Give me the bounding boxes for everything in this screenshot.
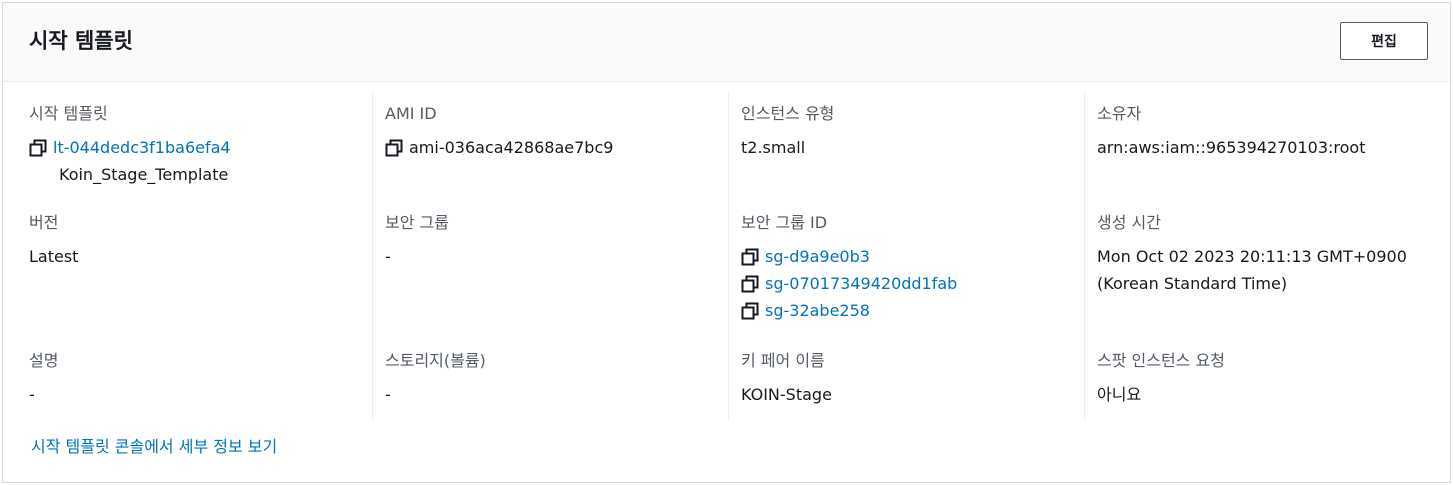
launch-template-id-link[interactable]: lt-044dedc3f1ba6efa4 — [53, 137, 231, 159]
column-divider — [728, 91, 729, 421]
copy-icon[interactable] — [385, 139, 403, 157]
field-label: 생성 시간 — [1097, 213, 1161, 232]
created-time-value: Mon Oct 02 2023 20:11:13 GMT+0900 — [1097, 246, 1407, 266]
launch-template-name: Koin_Stage_Template — [59, 164, 229, 184]
owner-value: arn:aws:iam::965394270103:root — [1097, 137, 1366, 157]
field-label: 버전 — [29, 213, 59, 232]
launch-template-panel: 시작 템플릿 편집 시작 템플릿 lt-044dedc3f1ba6efa4 Ko… — [2, 2, 1451, 483]
field-ami-id: AMI ID ami-036aca42868ae7bc9 — [385, 103, 613, 161]
panel-title: 시작 템플릿 — [29, 29, 133, 53]
field-spot-request: 스팟 인스턴스 요청 아니요 — [1097, 350, 1225, 408]
field-label: 설명 — [29, 351, 59, 370]
field-label: 보안 그룹 ID — [741, 213, 828, 232]
field-label: 인스턴스 유형 — [741, 104, 835, 123]
field-label: AMI ID — [385, 104, 437, 123]
column-divider — [372, 91, 373, 421]
column-divider — [1084, 91, 1085, 421]
instance-type-value: t2.small — [741, 137, 806, 157]
copy-icon[interactable] — [741, 248, 759, 266]
security-groups-value: - — [385, 246, 391, 266]
edit-button[interactable]: 편집 — [1340, 22, 1428, 60]
field-label: 스토리지(볼륨) — [385, 351, 486, 370]
key-pair-value: KOIN-Stage — [741, 384, 832, 404]
security-group-id-link[interactable]: sg-d9a9e0b3 — [765, 246, 870, 268]
field-description: 설명 - — [29, 350, 58, 408]
storage-value: - — [385, 384, 391, 404]
copy-icon[interactable] — [29, 139, 47, 157]
field-instance-type: 인스턴스 유형 t2.small — [741, 103, 834, 161]
field-launch-template: 시작 템플릿 lt-044dedc3f1ba6efa4 Koin_Stage_T… — [29, 103, 231, 188]
field-label: 소유자 — [1097, 104, 1142, 123]
copy-icon[interactable] — [741, 275, 759, 293]
field-security-group-ids: 보안 그룹 ID sg-d9a9e0b3 sg-07017349420dd1fa… — [741, 212, 957, 324]
panel-header: 시작 템플릿 편집 — [3, 3, 1450, 82]
field-security-groups: 보안 그룹 - — [385, 212, 449, 270]
view-details-link[interactable]: 시작 템플릿 콘솔에서 세부 정보 보기 — [31, 433, 277, 457]
field-key-pair: 키 페어 이름 KOIN-Stage — [741, 350, 832, 408]
field-label: 보안 그룹 — [385, 213, 449, 232]
created-time-zone: (Korean Standard Time) — [1097, 273, 1288, 293]
security-group-id-link[interactable]: sg-07017349420dd1fab — [765, 273, 957, 295]
field-label: 시작 템플릿 — [29, 104, 108, 123]
field-version: 버전 Latest — [29, 212, 78, 270]
version-value: Latest — [29, 246, 79, 266]
description-value: - — [29, 384, 35, 404]
field-label: 스팟 인스턴스 요청 — [1097, 351, 1225, 370]
field-created-time: 생성 시간 Mon Oct 02 2023 20:11:13 GMT+0900 … — [1097, 212, 1407, 297]
field-storage: 스토리지(볼륨) - — [385, 350, 486, 408]
field-owner: 소유자 arn:aws:iam::965394270103:root — [1097, 103, 1366, 161]
security-group-id-link[interactable]: sg-32abe258 — [765, 300, 870, 322]
ami-id-value: ami-036aca42868ae7bc9 — [409, 137, 614, 157]
spot-request-value: 아니요 — [1097, 384, 1142, 404]
copy-icon[interactable] — [741, 302, 759, 320]
field-label: 키 페어 이름 — [741, 351, 825, 370]
